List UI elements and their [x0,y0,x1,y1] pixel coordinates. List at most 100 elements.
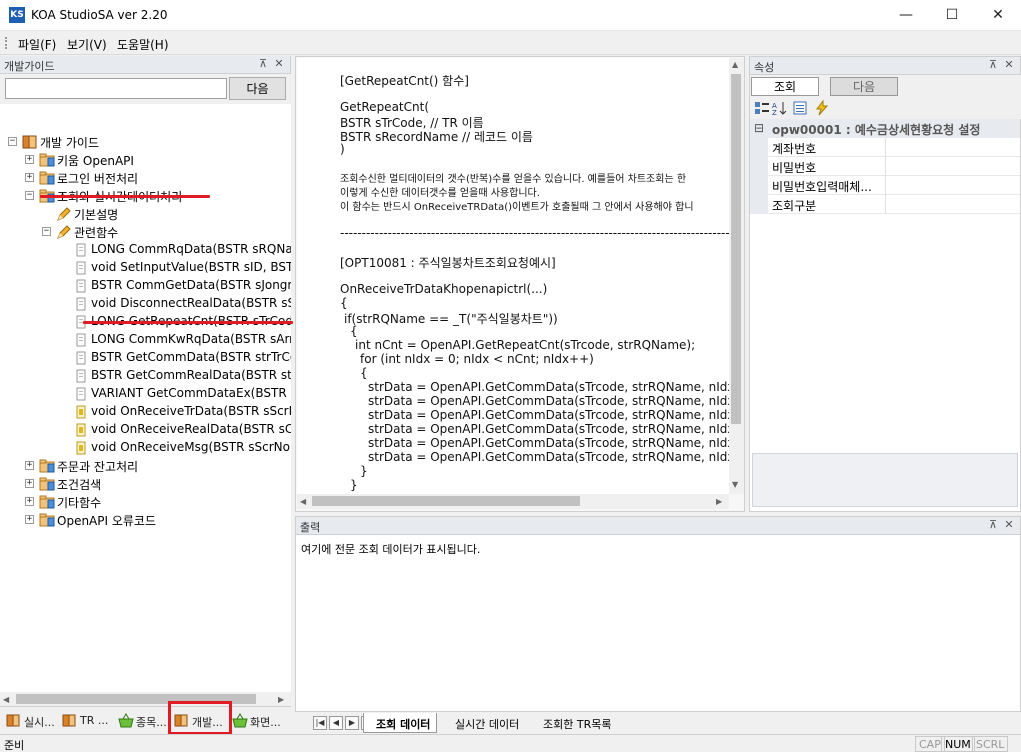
tree-item[interactable]: void OnReceiveTrData(BSTR sScrN [0,403,291,421]
tree-item[interactable]: LONG CommKwRqData(BSTR sArr [0,331,291,349]
pin-icon[interactable]: ⊼ [256,57,270,71]
expand-icon[interactable]: + [25,515,34,524]
toolbar-grip-icon[interactable] [5,37,8,49]
expand-icon[interactable]: + [25,479,34,488]
panel-close-icon[interactable]: ✕ [1002,58,1016,72]
search-input[interactable] [5,78,227,99]
property-value[interactable] [885,138,1020,157]
events-lightning-icon[interactable] [814,99,830,116]
expand-icon[interactable]: + [25,173,34,182]
menu-help[interactable]: 도움말(H) [117,36,169,53]
collapse-icon[interactable]: ⊟ [754,121,764,135]
property-row[interactable]: 조회구분 [750,195,1020,214]
status-bar: 준비 CAP NUM SCRL [0,734,1021,752]
tree-item-label: 조건검색 [57,478,102,492]
menu-file[interactable]: 파일(F) [18,36,56,53]
doc-vertical-scrollbar[interactable]: ▲ ▼ [729,58,744,494]
tree-item[interactable]: + 조건검색 [0,475,291,493]
next-button[interactable]: 다음 [229,77,286,100]
property-name: 비밀번호 [772,161,817,175]
folder-icon [39,458,55,474]
tree-item[interactable]: VARIANT GetCommDataEx(BSTR s [0,385,291,403]
collapse-icon[interactable]: − [25,191,34,200]
tab-label: 종목... [136,716,167,729]
prev-tab-icon[interactable]: ◀ [329,716,343,730]
categorized-icon[interactable] [754,100,770,116]
tab-tr-list[interactable]: 조회한 TR목록 [531,713,617,733]
property-description [752,453,1018,507]
folder-icon [39,152,55,168]
page-icon [73,386,89,402]
doc-line: ----------------------------------------… [340,226,729,240]
expand-icon[interactable]: + [25,461,34,470]
sort-alpha-icon[interactable]: AZ [772,100,788,117]
annotation-underline [83,321,293,324]
property-pages-icon[interactable] [792,100,808,116]
page-icon [73,332,89,348]
tree-item-label: 기본설명 [74,208,119,222]
tree-item[interactable]: BSTR GetCommData(BSTR strTrCo [0,349,291,367]
folder-icon [39,494,55,510]
doc-vscroll-thumb[interactable] [731,74,741,424]
pin-icon[interactable]: ⊼ [986,518,1000,532]
close-button[interactable]: ✕ [975,0,1021,31]
properties-toolbar: AZ [750,97,1021,119]
tree-item[interactable]: void DisconnectRealData(BSTR sSc [0,295,291,313]
property-value[interactable] [885,195,1020,214]
properties-tabs: 조회 다음 [750,75,1021,97]
basket-icon [232,713,248,728]
tree-item-label: LONG CommRqData(BSTR sRQName [91,242,291,256]
tree-item[interactable]: void OnReceiveRealData(BSTR sCo [0,421,291,439]
svg-text:Z: Z [772,109,777,116]
maximize-button[interactable]: ☐ [929,0,975,31]
expand-icon[interactable]: + [25,497,34,506]
doc-line: strData = OpenAPI.GetCommData(sTrcode, s… [368,408,729,422]
property-category[interactable]: ⊟ opw00001 : 예수금상세현황요청 설정 [750,119,1020,138]
tree-horizontal-scrollbar[interactable]: ◀ ▶ [0,692,291,706]
tree-item[interactable]: LONG CommRqData(BSTR sRQName [0,241,291,259]
tab-query-data[interactable]: 조회 데이터 [363,713,438,733]
tree-item[interactable]: + 키움 OpenAPI [0,151,291,169]
collapse-icon[interactable]: − [42,227,51,236]
tree-item[interactable]: + 주문과 잔고처리 [0,457,291,475]
tab-realtime-data[interactable]: 실시간 데이터 [443,713,525,733]
property-row[interactable]: 계좌번호 [750,138,1020,157]
tree-item[interactable]: void OnReceiveMsg(BSTR sScrNo, [0,439,291,457]
tree-item[interactable]: BSTR CommGetData(BSTR sJongmo [0,277,291,295]
tree-item-label: 개발 가이드 [40,136,100,150]
pin-icon[interactable]: ⊼ [986,58,1000,72]
expand-icon[interactable]: + [25,155,34,164]
tree-item[interactable]: − 관련함수 [0,223,291,241]
tree-item[interactable]: + 로그인 버전처리 [0,169,291,187]
property-value[interactable] [885,157,1020,176]
next-tab-icon[interactable]: ▶ [345,716,359,730]
tree-item[interactable]: void SetInputValue(BSTR sID, BSTR [0,259,291,277]
doc-horizontal-scrollbar[interactable]: ◀ ▶ [297,494,729,509]
book-icon [6,713,22,728]
collapse-icon[interactable]: − [8,137,17,146]
output-tabs: |◀ ◀ ▶ ▶| 조회 데이터 실시간 데이터 조회한 TR목록 [295,711,1021,734]
tab-next[interactable]: 다음 [830,77,898,96]
doc-hscroll-thumb[interactable] [312,496,580,506]
tab-label: 화면... [250,716,281,729]
properties-title: 속성 [754,61,775,74]
output-text: 여기에 전문 조회 데이터가 표시됩니다. [301,543,481,556]
tree-item[interactable]: BSTR GetCommRealData(BSTR strC [0,367,291,385]
page-icon [73,368,89,384]
panel-close-icon[interactable]: ✕ [1002,518,1016,532]
minimize-button[interactable]: — [883,0,929,31]
tree-item[interactable]: 기본설명 [0,205,291,223]
tree-item[interactable]: − 개발 가이드 [0,133,291,151]
tree-item[interactable]: + OpenAPI 오류코드 [0,511,291,529]
property-row[interactable]: 비밀번호 [750,157,1020,176]
panel-close-icon[interactable]: ✕ [272,57,286,71]
output-panel: 출력 ⊼ ✕ 여기에 전문 조회 데이터가 표시됩니다. [295,516,1021,734]
first-tab-icon[interactable]: |◀ [313,716,327,730]
tree-item-label: void OnReceiveMsg(BSTR sScrNo, [91,440,291,454]
tree-item[interactable]: + 기타함수 [0,493,291,511]
property-row[interactable]: 비밀번호입력매체... [750,176,1020,195]
property-value[interactable] [885,176,1020,195]
tab-query[interactable]: 조회 [751,77,819,96]
menu-view[interactable]: 보기(V) [67,36,107,53]
document-content: [GetRepeatCnt() 함수] GetRepeatCnt(BSTR sTr… [297,58,729,494]
